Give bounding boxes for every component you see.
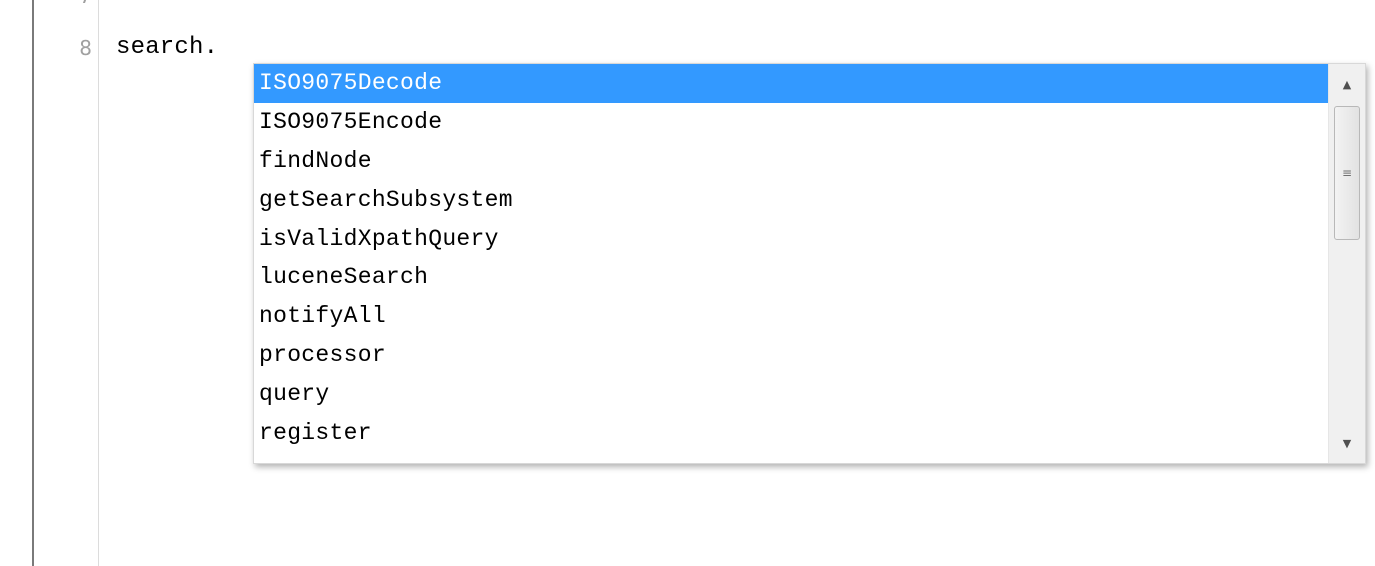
line-number: 8 — [79, 36, 92, 60]
line-number: 7 — [42, 0, 92, 8]
autocomplete-item[interactable]: luceneSearch — [254, 258, 1329, 297]
autocomplete-item[interactable]: isValidXpathQuery — [254, 220, 1329, 259]
autocomplete-popup[interactable]: ISO9075Decode ISO9075Encode findNode get… — [253, 63, 1366, 464]
scroll-down-arrow-icon[interactable]: ▼ — [1329, 425, 1365, 461]
code-editor[interactable]: 7 8 search. ISO9075Decode ISO9075Encode … — [0, 0, 1375, 566]
autocomplete-item[interactable]: register — [254, 414, 1329, 453]
scroll-up-arrow-icon[interactable]: ▲ — [1329, 66, 1365, 102]
scrollbar-thumb[interactable]: ≡ — [1334, 106, 1360, 240]
vertical-scrollbar[interactable]: ▲ ≡ ▼ — [1328, 64, 1365, 463]
autocomplete-item-selected[interactable]: ISO9075Decode — [254, 64, 1329, 103]
line-number-gutter: 7 8 — [34, 0, 99, 566]
autocomplete-item[interactable]: getSearchSubsystem — [254, 181, 1329, 220]
autocomplete-item[interactable]: notifyAll — [254, 297, 1329, 336]
autocomplete-item[interactable]: findNode — [254, 142, 1329, 181]
autocomplete-item[interactable]: processor — [254, 336, 1329, 375]
autocomplete-item[interactable]: query — [254, 375, 1329, 414]
code-line-text[interactable]: search. — [116, 34, 218, 61]
grip-lines-icon: ≡ — [1341, 166, 1353, 180]
autocomplete-item[interactable]: ISO9075Encode — [254, 103, 1329, 142]
autocomplete-list[interactable]: ISO9075Decode ISO9075Encode findNode get… — [254, 64, 1329, 463]
